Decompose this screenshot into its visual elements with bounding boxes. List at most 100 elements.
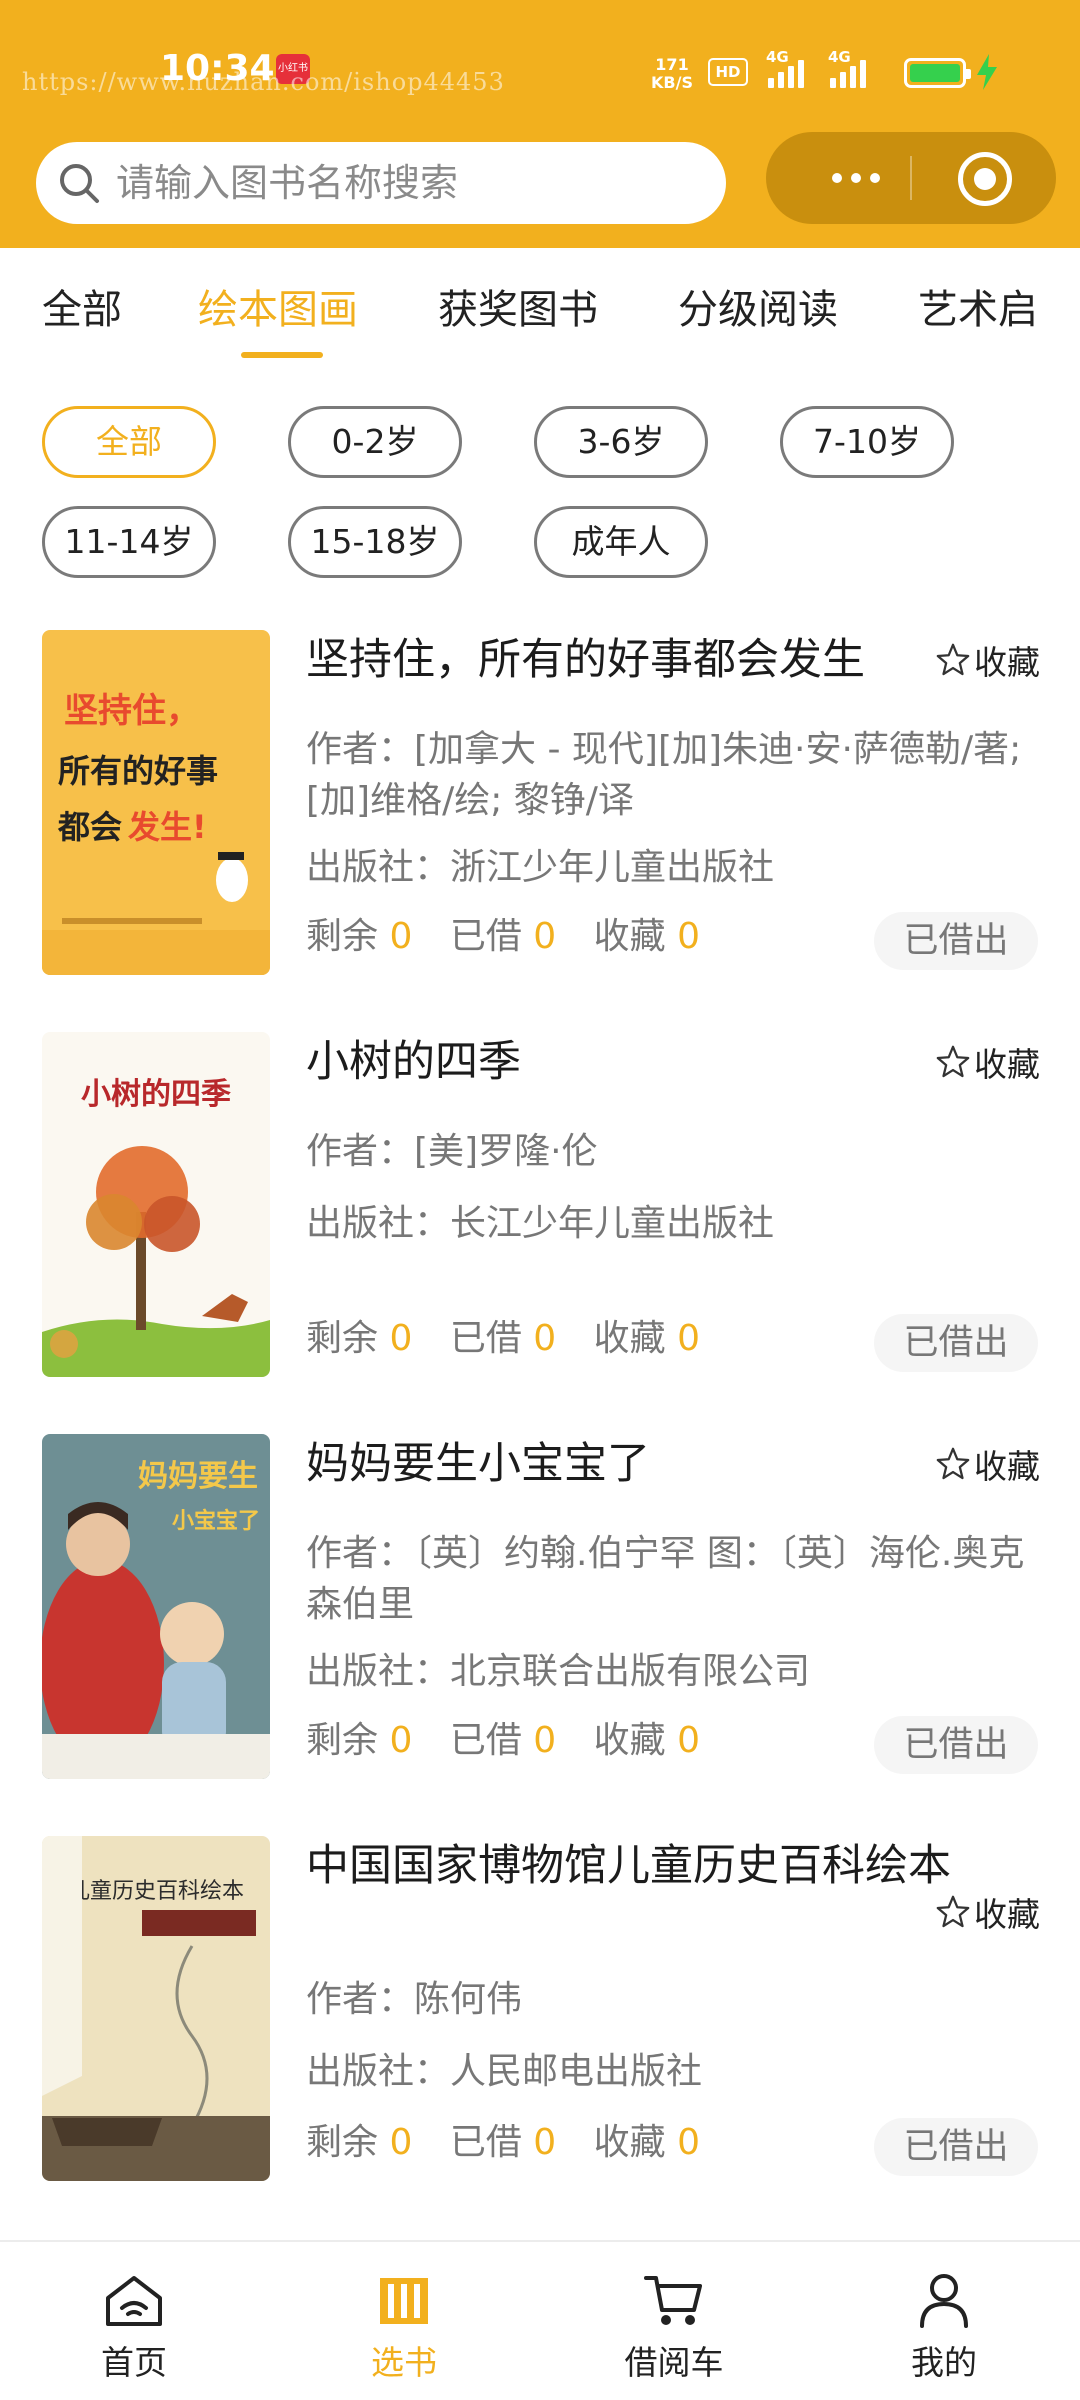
favorites-label: 收藏 bbox=[593, 1720, 666, 1761]
book-cover[interactable]: 坚持住， 所有的好事 都会 发生! bbox=[42, 630, 270, 975]
star-icon bbox=[936, 1045, 970, 1078]
nav-choose-books[interactable]: 选书 bbox=[334, 2268, 474, 2388]
cover-text: 妈妈要生 bbox=[138, 1459, 258, 1494]
signal-label-2: 4G bbox=[828, 48, 851, 66]
book-cover[interactable]: 小树的四季 bbox=[42, 1032, 270, 1377]
favorite-button[interactable]: 收藏 bbox=[934, 1032, 1040, 1092]
age-filter-3-6[interactable]: 3-6岁 bbox=[534, 406, 708, 478]
nav-borrow-cart-label: 借阅车 bbox=[624, 2343, 724, 2382]
favorite-button[interactable]: 收藏 bbox=[934, 1882, 1040, 1942]
tab-all[interactable]: 全部 bbox=[42, 284, 122, 336]
lent-out-badge[interactable]: 已借出 bbox=[874, 1314, 1038, 1372]
borrowed-label: 已借 bbox=[449, 2122, 522, 2163]
close-miniprogram-button[interactable] bbox=[958, 152, 1012, 206]
borrowed-count: 0 bbox=[533, 1720, 557, 1761]
favorite-label: 收藏 bbox=[974, 643, 1040, 682]
star-icon bbox=[936, 1447, 970, 1480]
book-stats: 剩余 0 已借 0 收藏 0 bbox=[306, 2118, 726, 2168]
borrowed-count: 0 bbox=[533, 2122, 557, 2163]
remaining-label: 剩余 bbox=[306, 1720, 379, 1761]
remaining-count: 0 bbox=[389, 1720, 413, 1761]
remaining-label: 剩余 bbox=[306, 1318, 379, 1359]
signal-icon: 4G bbox=[766, 48, 822, 88]
cover-text: 发生! bbox=[128, 808, 207, 846]
home-icon bbox=[106, 2276, 162, 2326]
nav-borrow-cart[interactable]: 借阅车 bbox=[604, 2268, 744, 2388]
book-stats: 剩余 0 已借 0 收藏 0 bbox=[306, 1314, 726, 1364]
active-tab-indicator bbox=[241, 352, 323, 358]
battery-fill bbox=[910, 64, 960, 82]
book-publisher: 出版社：人民邮电出版社 bbox=[306, 2051, 703, 2092]
favorite-button[interactable]: 收藏 bbox=[934, 1434, 1040, 1494]
cover-text: 小宝宝了 bbox=[172, 1508, 260, 1534]
book-title[interactable]: 小树的四季 bbox=[306, 1032, 521, 1092]
book-title[interactable]: 坚持住，所有的好事都会发生 bbox=[306, 630, 865, 690]
more-button[interactable] bbox=[796, 132, 916, 224]
category-tabs: 全部 绘本图画 获奖图书 分级阅读 艺术启 bbox=[0, 248, 1080, 370]
favorite-label: 收藏 bbox=[974, 1447, 1040, 1486]
book-item[interactable]: 坚持住， 所有的好事 都会 发生! 坚持住，所有的好事都会发生 收藏 作者：[加… bbox=[0, 630, 1080, 1032]
cover-text: 坚持住， bbox=[64, 691, 200, 731]
favorite-button[interactable]: 收藏 bbox=[934, 630, 1040, 690]
nav-mine-label: 我的 bbox=[911, 2343, 977, 2382]
book-publisher: 出版社：长江少年儿童出版社 bbox=[306, 1203, 775, 1244]
book-title[interactable]: 妈妈要生小宝宝了 bbox=[306, 1434, 650, 1494]
tab-graded-reading[interactable]: 分级阅读 bbox=[678, 284, 838, 336]
cart-icon bbox=[644, 2276, 702, 2325]
search-bar[interactable]: 请输入图书名称搜索 bbox=[36, 142, 726, 224]
books-icon bbox=[380, 2278, 428, 2324]
book-author: 作者：[加拿大 - 现代][加]朱迪·安·萨德勒/著; [加]维格/绘; 黎铮/… bbox=[306, 729, 1022, 821]
cover-text: 所有的好事 bbox=[58, 752, 218, 790]
borrowed-label: 已借 bbox=[449, 1720, 522, 1761]
book-author: 作者：陈何伟 bbox=[306, 1979, 523, 2020]
net-speed: 171 KB/S bbox=[650, 56, 694, 92]
book-item[interactable]: 妈妈要生 小宝宝了 妈妈要生小宝宝了 收藏 作者：〔英〕约翰.伯宁罕 图：〔英〕… bbox=[0, 1434, 1080, 1836]
favorites-label: 收藏 bbox=[593, 2122, 666, 2163]
book-title[interactable]: 中国国家博物馆儿童历史百科绘本 bbox=[306, 1836, 951, 1896]
book-author: 作者：[美]罗隆·伦 bbox=[306, 1131, 598, 1172]
age-filter-all[interactable]: 全部 bbox=[42, 406, 216, 478]
book-item[interactable]: 儿童历史百科绘本 中国国家博物馆儿童历史百科绘本 收藏 作者：陈何伟 出版社：人… bbox=[0, 1836, 1080, 2238]
hd-icon: HD bbox=[708, 58, 748, 86]
status-bar: 10:34 小红书 https://www.huzhan.com/ishop44… bbox=[0, 0, 1080, 130]
borrowed-label: 已借 bbox=[449, 1318, 522, 1359]
nav-mine[interactable]: 我的 bbox=[874, 2268, 1014, 2388]
cover-text: 小树的四季 bbox=[81, 1077, 231, 1112]
borrowed-label: 已借 bbox=[449, 916, 522, 957]
tab-award-books[interactable]: 获奖图书 bbox=[438, 284, 598, 336]
nav-home[interactable]: 首页 bbox=[64, 2268, 204, 2388]
net-speed-unit: KB/S bbox=[651, 73, 693, 92]
age-filter-0-2[interactable]: 0-2岁 bbox=[288, 406, 462, 478]
net-speed-value: 171 bbox=[655, 55, 689, 74]
lent-out-badge[interactable]: 已借出 bbox=[874, 912, 1038, 970]
book-stats: 剩余 0 已借 0 收藏 0 bbox=[306, 1716, 726, 1766]
book-cover[interactable]: 儿童历史百科绘本 bbox=[42, 1836, 270, 2181]
age-filter-7-10[interactable]: 7-10岁 bbox=[780, 406, 954, 478]
age-filter-adult[interactable]: 成年人 bbox=[534, 506, 708, 578]
nav-home-label: 首页 bbox=[101, 2343, 167, 2382]
book-publisher: 出版社：浙江少年儿童出版社 bbox=[306, 847, 775, 888]
cover-text: 都会 bbox=[57, 808, 122, 846]
book-item[interactable]: 小树的四季 小树的四季 收藏 作者：[美]罗隆·伦 出版社：长江少年儿童出版社 … bbox=[0, 1032, 1080, 1434]
miniprogram-capsule bbox=[766, 132, 1056, 224]
borrowed-count: 0 bbox=[533, 1318, 557, 1359]
remaining-count: 0 bbox=[389, 2122, 413, 2163]
lent-out-badge[interactable]: 已借出 bbox=[874, 2118, 1038, 2176]
age-filter-11-14[interactable]: 11-14岁 bbox=[42, 506, 216, 578]
bottom-nav: 首页 选书 借阅车 我的 bbox=[0, 2240, 1080, 2400]
book-cover[interactable]: 妈妈要生 小宝宝了 bbox=[42, 1434, 270, 1779]
remaining-count: 0 bbox=[389, 1318, 413, 1359]
search-icon bbox=[60, 164, 99, 203]
remaining-label: 剩余 bbox=[306, 916, 379, 957]
age-filter-15-18[interactable]: 15-18岁 bbox=[288, 506, 462, 578]
tab-picture-books[interactable]: 绘本图画 bbox=[198, 284, 358, 336]
top-header: 10:34 小红书 https://www.huzhan.com/ishop44… bbox=[0, 0, 1080, 248]
favorites-count: 0 bbox=[677, 2122, 701, 2163]
tab-art[interactable]: 艺术启 bbox=[918, 284, 1038, 336]
lent-out-badge[interactable]: 已借出 bbox=[874, 1716, 1038, 1774]
favorites-count: 0 bbox=[677, 1720, 701, 1761]
watermark-text: https://www.huzhan.com/ishop44453 bbox=[22, 68, 505, 96]
favorites-count: 0 bbox=[677, 916, 701, 957]
favorite-label: 收藏 bbox=[974, 1895, 1040, 1934]
signal-icon-2: 4G bbox=[828, 48, 884, 88]
